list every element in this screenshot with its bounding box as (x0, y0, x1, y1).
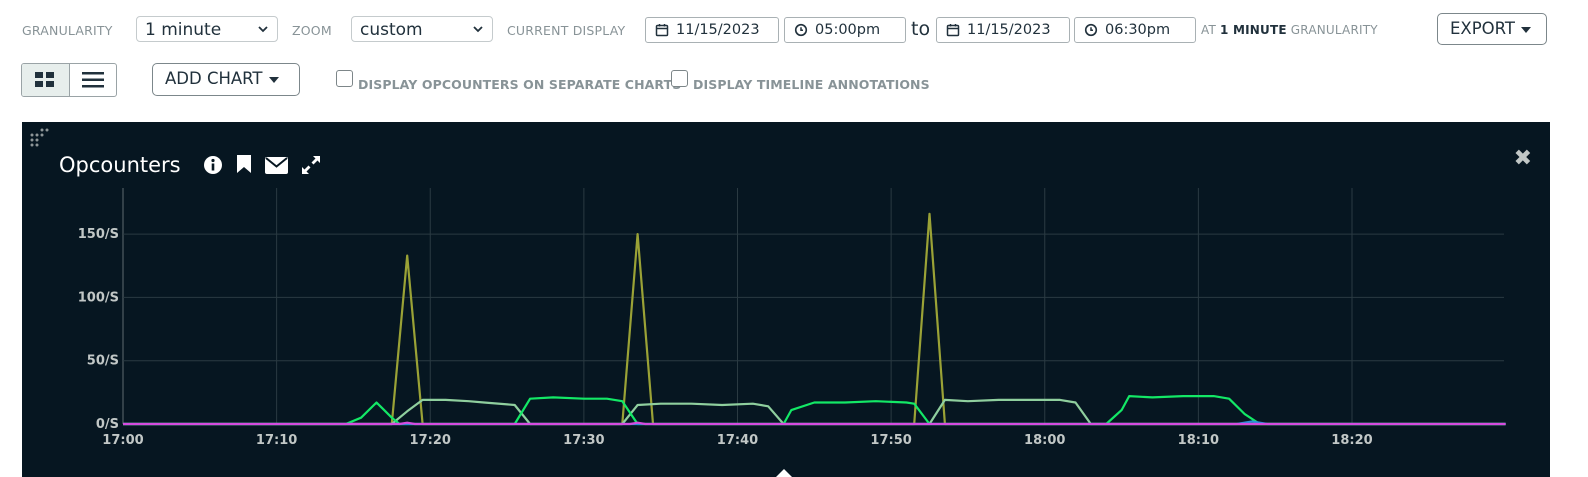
end-time-value: 06:30pm (1105, 22, 1171, 38)
list-view-button[interactable] (70, 64, 117, 96)
series-line-4 (123, 421, 1506, 426)
granularity-label: GRANULARITY (22, 23, 113, 38)
chevron-down-icon (473, 26, 483, 33)
x-tick-label: 18:20 (1331, 433, 1372, 448)
y-tick-label: 0/S (96, 417, 119, 432)
y-tick-label: 100/S (78, 290, 119, 305)
at-text: AT (1201, 23, 1217, 37)
granularity-summary: AT 1 MINUTE GRANULARITY (1201, 23, 1378, 37)
opcounters-chart-panel: Opcounters ✖ 0/S 50/S 100/S 150/S 17:00 17:10… (22, 122, 1550, 477)
granularity-select[interactable]: 1 minute (136, 16, 278, 42)
grid-icon (35, 72, 55, 87)
x-tick-label: 17:40 (717, 433, 758, 448)
zoom-value: custom (360, 20, 423, 40)
to-text: to (911, 18, 931, 40)
chevron-down-icon (258, 26, 268, 33)
scroll-pointer (776, 469, 792, 477)
series-line-2 (123, 395, 1506, 426)
export-button[interactable]: EXPORT (1437, 13, 1547, 45)
x-tick-label: 17:20 (410, 433, 451, 448)
annotations-checkbox[interactable] (671, 70, 688, 87)
view-toggle (21, 63, 117, 97)
export-label: EXPORT (1450, 19, 1516, 38)
end-date-value: 11/15/2023 (967, 22, 1051, 38)
y-tick-label: 50/S (87, 354, 119, 369)
x-tick-label: 17:30 (563, 433, 604, 448)
add-chart-label: ADD CHART (165, 69, 263, 88)
y-tick-label: 150/S (78, 227, 119, 242)
annotations-label: DISPLAY TIMELINE ANNOTATIONS (693, 77, 930, 92)
calendar-icon (655, 24, 669, 37)
start-time-value: 05:00pm (815, 22, 881, 38)
start-time-field[interactable]: 05:00pm (784, 17, 906, 43)
separate-charts-checkbox[interactable] (336, 70, 353, 87)
separate-charts-label: DISPLAY OPCOUNTERS ON SEPARATE CHARTS (358, 77, 682, 92)
clock-icon (1084, 23, 1098, 37)
start-date-value: 11/15/2023 (676, 22, 760, 38)
list-icon (81, 72, 104, 88)
x-tick-label: 17:50 (870, 433, 911, 448)
zoom-select[interactable]: custom (351, 16, 493, 42)
caret-down-icon (1521, 26, 1532, 33)
caret-down-icon (268, 76, 279, 83)
grid-view-button[interactable] (22, 64, 70, 96)
x-tick-label: 18:00 (1024, 433, 1065, 448)
clock-icon (794, 23, 808, 37)
end-time-field[interactable]: 06:30pm (1074, 17, 1196, 43)
add-chart-button[interactable]: ADD CHART (152, 63, 300, 96)
end-date-field[interactable]: 11/15/2023 (936, 17, 1070, 43)
current-display-label: CURRENT DISPLAY (507, 23, 626, 38)
granularity-bold-text: 1 MINUTE (1220, 23, 1287, 37)
start-date-field[interactable]: 11/15/2023 (645, 17, 779, 43)
x-tick-label: 17:10 (256, 433, 297, 448)
x-tick-label: 18:10 (1178, 433, 1219, 448)
zoom-label: ZOOM (292, 23, 332, 38)
series-line-0 (123, 212, 1506, 426)
x-tick-label: 17:00 (102, 433, 143, 448)
granularity-value: 1 minute (145, 20, 222, 40)
opcounters-chart: 0/S 50/S 100/S 150/S 17:00 17:10 17:20 17:30 17:… (78, 188, 1506, 477)
granularity-suffix-text: GRANULARITY (1290, 23, 1378, 37)
calendar-icon (946, 24, 960, 37)
